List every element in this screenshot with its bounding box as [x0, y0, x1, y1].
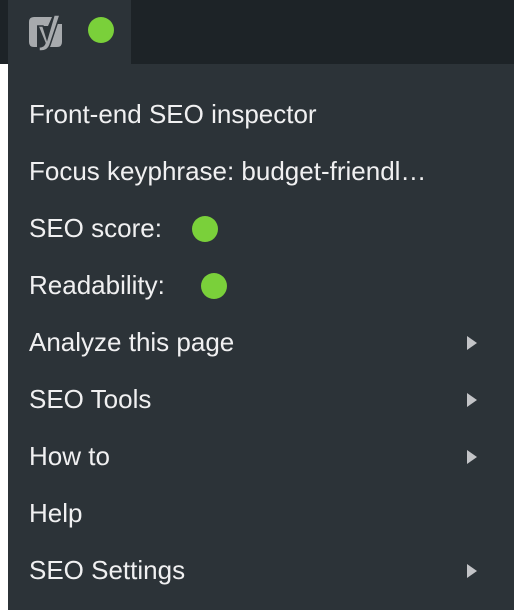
menu-item-how-to[interactable]: How to — [8, 428, 514, 485]
menu-item-frontend-seo-inspector[interactable]: Front-end SEO inspector — [8, 86, 514, 143]
menu-item-label: Focus keyphrase: budget-friendl… — [29, 156, 427, 186]
submenu-arrow-icon — [467, 392, 477, 407]
seo-status-dot — [88, 17, 114, 43]
menu-item-label: SEO Settings — [29, 555, 186, 585]
yoast-logo-icon — [29, 14, 62, 52]
submenu-arrow-icon — [467, 335, 477, 350]
menu-item-label: Help — [29, 498, 83, 528]
menu-item-analyze-this-page[interactable]: Analyze this page — [8, 314, 514, 371]
menu-item-label: How to — [29, 441, 110, 471]
menu-item-seo-tools[interactable]: SEO Tools — [8, 371, 514, 428]
menu-item-label: SEO Tools — [29, 384, 152, 414]
menu-item-seo-settings[interactable]: SEO Settings — [8, 542, 514, 599]
menu-item-label: SEO score: — [29, 213, 162, 243]
yoast-dropdown-menu: Front-end SEO inspector Focus keyphrase:… — [8, 64, 514, 610]
submenu-arrow-icon — [467, 563, 477, 578]
menu-item-readability[interactable]: Readability: — [8, 257, 514, 314]
yoast-admin-bar-menu[interactable] — [8, 0, 131, 64]
submenu-arrow-icon — [467, 449, 477, 464]
menu-item-label: Analyze this page — [29, 327, 235, 357]
menu-item-label: Readability: — [29, 270, 165, 300]
readability-status-dot — [201, 272, 227, 299]
menu-item-seo-score[interactable]: SEO score: — [8, 200, 514, 257]
admin-bar — [0, 0, 514, 64]
menu-item-focus-keyphrase[interactable]: Focus keyphrase: budget-friendl… — [8, 143, 514, 200]
menu-item-help[interactable]: Help — [8, 485, 514, 542]
seo-score-status-dot — [192, 215, 218, 242]
menu-item-label: Front-end SEO inspector — [29, 99, 317, 129]
